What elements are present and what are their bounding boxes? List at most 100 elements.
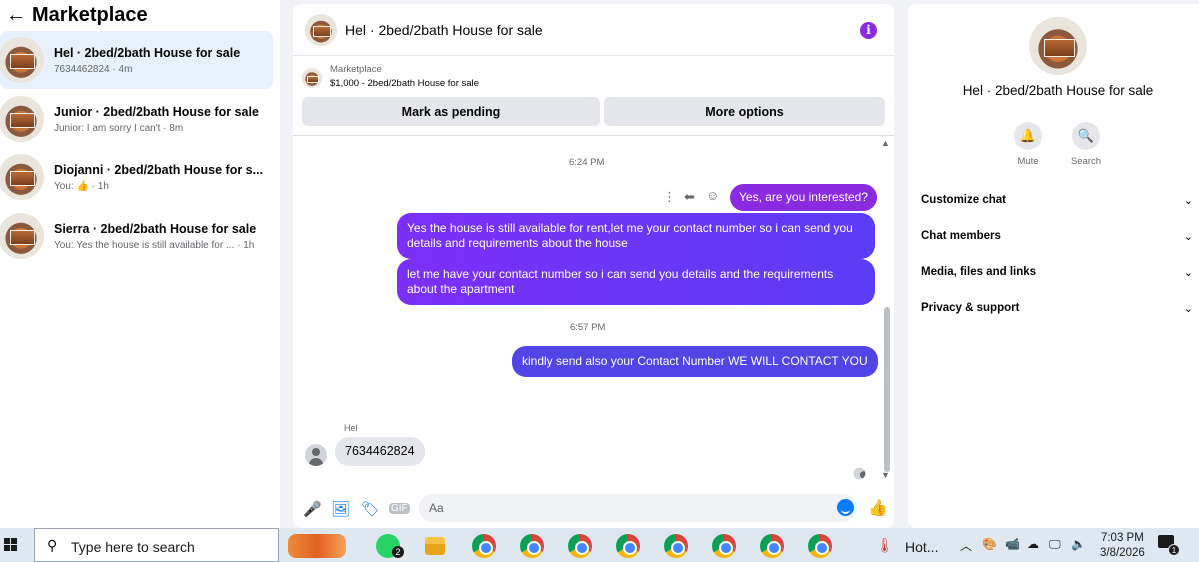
listing-thumbnail (0, 154, 44, 200)
notifications-icon[interactable]: 1 (1158, 535, 1180, 556)
chrome-icon[interactable] (568, 534, 592, 558)
conversation-preview: 7634462824 · 4m (54, 63, 133, 75)
listing-detail: $1,000 - 2bed/2bath House for sale (330, 78, 479, 89)
reply-icon[interactable]: ⬅ (684, 189, 695, 205)
color-app-icon[interactable]: 🎨 (982, 537, 997, 551)
search-label: Search (1070, 156, 1102, 167)
conversation-item[interactable]: Sierra · 2bed/2bath House for sale You: … (0, 207, 273, 265)
notification-count: 1 (1168, 544, 1180, 556)
section-label: Media, files and links (921, 266, 1037, 278)
sender-name: Hel (344, 423, 358, 433)
mute-button[interactable]: 🔔 Mute (998, 122, 1058, 167)
chat-details-panel: Hel · 2bed/2bath House for sale 🔔 Mute 🔍… (908, 4, 1199, 528)
listing-thumbnail (0, 37, 44, 83)
sticker-icon[interactable]: 🏷 (361, 500, 380, 518)
taskbar-search-box[interactable]: ⚲ Type here to search (34, 528, 279, 562)
gif-icon[interactable]: GIF (389, 503, 410, 514)
chrome-icon[interactable] (616, 534, 640, 558)
file-explorer-icon[interactable] (425, 537, 445, 555)
message-timestamp: 6:24 PM (569, 157, 605, 168)
search-button[interactable]: 🔍 Search (1056, 122, 1116, 167)
info-icon[interactable]: i (860, 22, 877, 39)
chat-panel: Hel · 2bed/2bath House for sale i Market… (293, 4, 894, 528)
chrome-icon[interactable] (664, 534, 688, 558)
marketplace-header: ← Marketplace (0, 0, 280, 30)
search-icon: ⚲ (47, 537, 58, 553)
scroll-down-icon[interactable]: ▼ (881, 470, 890, 480)
more-options-button[interactable]: More options (604, 97, 885, 126)
panel-title: Marketplace (32, 3, 148, 26)
chrome-icon[interactable] (712, 534, 736, 558)
meet-now-icon[interactable]: 📹 (1005, 537, 1020, 551)
weather-label[interactable]: Hot... (905, 539, 938, 555)
customize-chat-section[interactable]: Customize chat ⌄ (921, 194, 1193, 207)
windows-taskbar: ⚲ Type here to search 2 🌡 Hot... ︿ 🎨 📹 ☁… (0, 528, 1199, 562)
volume-icon[interactable]: 🔈 (1071, 537, 1086, 551)
react-emoji-icon[interactable]: ☺ (706, 188, 719, 203)
conversation-item[interactable]: Diojanni · 2bed/2bath House for s... You… (0, 148, 273, 206)
conversation-name: Sierra · 2bed/2bath House for sale (54, 221, 257, 236)
chat-header: Hel · 2bed/2bath House for sale (293, 4, 894, 56)
outgoing-message[interactable]: Yes, are you interested? (730, 184, 877, 211)
message-input[interactable]: Aa (419, 494, 857, 522)
photo-icon[interactable]: 🖼 (331, 500, 350, 518)
preview-prefix: You: (54, 180, 74, 192)
cloud-icon[interactable]: ☁ (1027, 537, 1039, 551)
search-icon: 🔍 (1072, 122, 1100, 150)
chrome-icon[interactable] (760, 534, 784, 558)
chat-members-section[interactable]: Chat members ⌄ (921, 230, 1193, 243)
scroll-up-icon[interactable]: ▲ (881, 138, 890, 148)
chrome-icon[interactable] (808, 534, 832, 558)
whatsapp-icon[interactable]: 2 (376, 534, 404, 558)
chevron-down-icon: ⌄ (1183, 267, 1193, 279)
conversation-preview: You: 👍 · 1h (54, 181, 263, 192)
back-arrow-icon[interactable]: ← (6, 4, 32, 27)
conversation-preview: You: Yes the house is still available fo… (54, 239, 255, 251)
privacy-support-section[interactable]: Privacy & support ⌄ (921, 302, 1193, 315)
preview-suffix: · 1h (91, 180, 109, 192)
thumbs-up-send-icon[interactable]: 👍 (868, 498, 888, 518)
conversation-preview: Junior: I am sorry I can't · 8m (54, 122, 184, 134)
listing-thumbnail (0, 213, 44, 259)
chrome-icon[interactable] (520, 534, 544, 558)
network-icon[interactable]: 🖵 (1049, 537, 1061, 552)
more-actions-icon[interactable]: ⋮ (663, 189, 676, 205)
listing-banner[interactable]: Marketplace $1,000 - 2bed/2bath House fo… (302, 64, 479, 89)
conversation-item[interactable]: Junior · 2bed/2bath House for sale Junio… (0, 90, 273, 148)
clock-date: 3/8/2026 (1100, 547, 1145, 559)
microphone-icon[interactable]: 🎤 (303, 500, 322, 518)
mark-as-pending-button[interactable]: Mark as pending (302, 97, 600, 126)
emoji-icon[interactable] (837, 499, 854, 516)
conversation-name: Hel · 2bed/2bath House for sale (54, 45, 241, 60)
listing-thumbnail (0, 96, 44, 142)
conversation-name: Junior · 2bed/2bath House for sale (54, 104, 259, 119)
conversation-item[interactable]: Hel · 2bed/2bath House for sale 76344628… (0, 31, 273, 89)
clock-time: 7:03 PM (1100, 532, 1144, 544)
chat-title[interactable]: Hel · 2bed/2bath House for sale (345, 22, 543, 38)
outgoing-message[interactable]: Yes the house is still available for ren… (397, 213, 875, 259)
message-timestamp: 6:57 PM (570, 322, 606, 333)
mute-label: Mute (1017, 156, 1039, 167)
whatsapp-badge: 2 (392, 546, 404, 558)
listing-source: Marketplace (330, 64, 382, 75)
thumbs-up-icon: 👍 (76, 180, 89, 192)
windows-start-icon[interactable] (4, 538, 18, 552)
system-clock[interactable]: 7:03 PM 3/8/2026 (1100, 531, 1145, 561)
chevron-up-icon[interactable]: ︿ (960, 537, 972, 554)
incoming-message[interactable]: 7634462824 (335, 437, 425, 466)
outgoing-message[interactable]: kindly send also your Contact Number WE … (512, 346, 878, 377)
media-files-links-section[interactable]: Media, files and links ⌄ (921, 266, 1193, 279)
scrollbar-thumb[interactable] (884, 307, 890, 472)
section-label: Privacy & support (921, 302, 1020, 314)
chat-avatar[interactable] (305, 13, 337, 46)
listing-thumbnail (302, 68, 322, 88)
taskbar-search-placeholder: Type here to search (71, 539, 195, 555)
divider (293, 135, 894, 136)
thermometer-icon[interactable]: 🌡 (876, 537, 894, 554)
outgoing-message[interactable]: let me have your contact number so i can… (397, 259, 875, 305)
section-label: Chat members (921, 230, 1001, 242)
people-app-icon[interactable] (288, 534, 346, 558)
chrome-icon[interactable] (472, 534, 496, 558)
conversation-name: Diojanni · 2bed/2bath House for s... (54, 162, 264, 177)
details-title: Hel · 2bed/2bath House for sale (962, 83, 1154, 98)
